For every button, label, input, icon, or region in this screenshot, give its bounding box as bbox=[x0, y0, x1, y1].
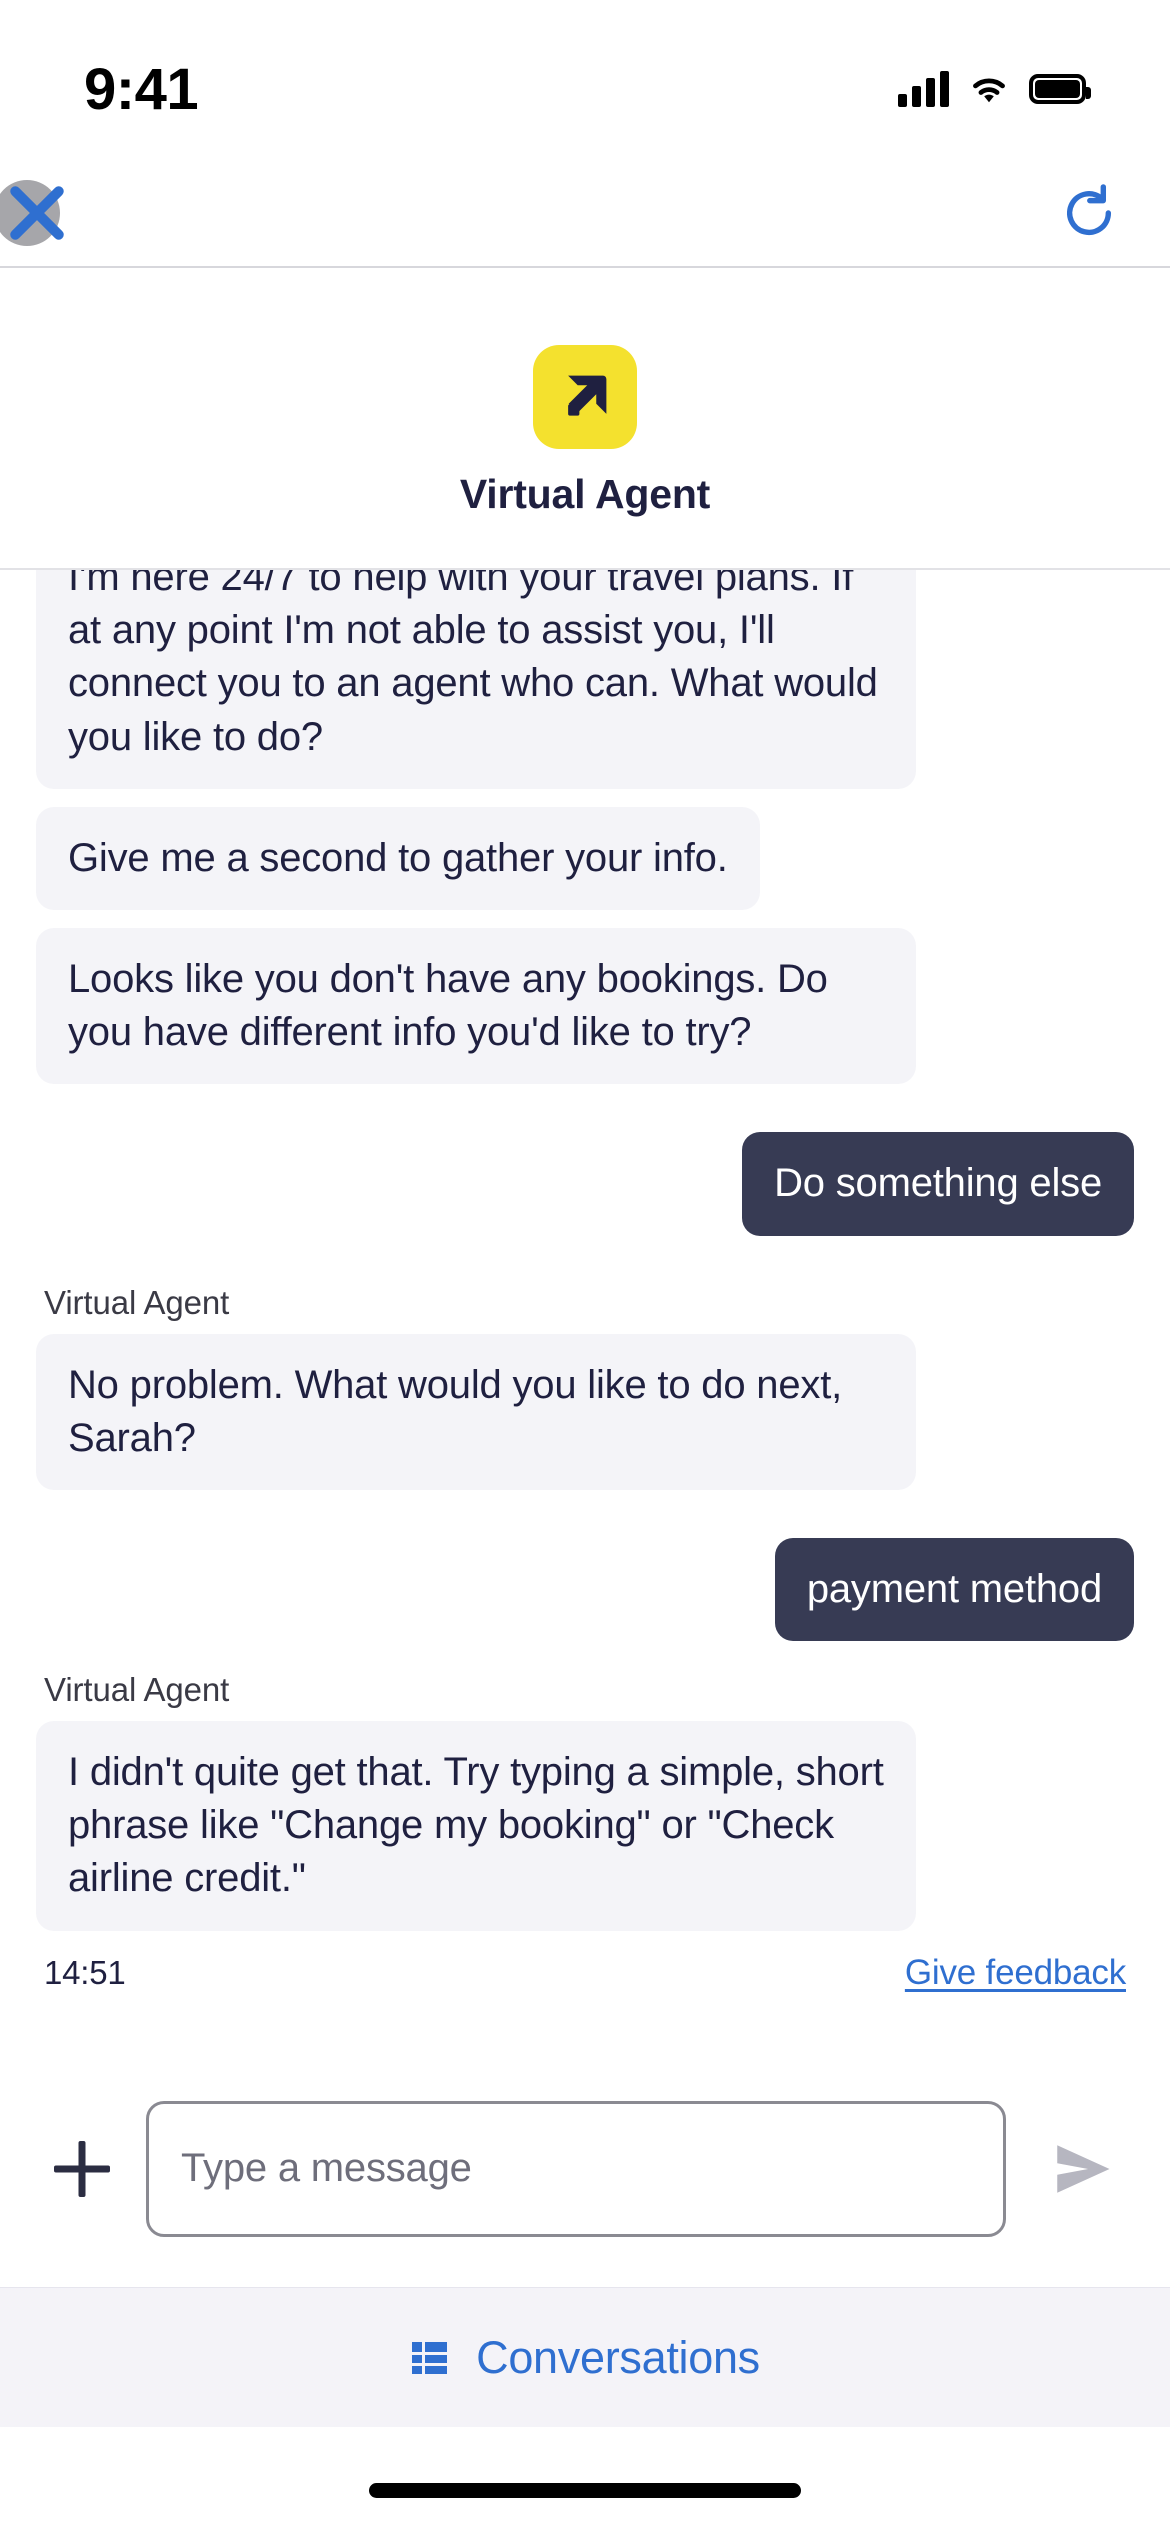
message-composer bbox=[0, 2050, 1170, 2287]
message-row: I'm here 24/7 to help with your travel p… bbox=[36, 570, 1134, 789]
battery-icon bbox=[1029, 74, 1091, 104]
give-feedback-link[interactable]: Give feedback bbox=[905, 1953, 1126, 1993]
brand-block: Virtual Agent bbox=[0, 268, 1170, 518]
message-row: Looks like you don't have any bookings. … bbox=[36, 927, 1134, 1085]
message-timestamp: 14:51 bbox=[44, 1953, 126, 1991]
status-icons bbox=[898, 71, 1091, 107]
list-grid-icon bbox=[412, 2341, 448, 2374]
status-time: 9:41 bbox=[84, 56, 199, 122]
reload-icon[interactable] bbox=[1060, 184, 1118, 242]
bottom-nav-label: Conversations bbox=[476, 2331, 760, 2383]
phone-screen: 9:41 Virtual Agent I'm here 24/7 to help… bbox=[0, 0, 1170, 2532]
agent-message-bubble: Give me a second to gather your info. bbox=[36, 806, 760, 910]
message-row: No problem. What would you like to do ne… bbox=[36, 1333, 1134, 1490]
message-group: Virtual Agent I didn't quite get that. T… bbox=[36, 1671, 1134, 1931]
send-icon bbox=[1057, 2144, 1110, 2193]
agent-message-bubble: Looks like you don't have any bookings. … bbox=[36, 927, 916, 1085]
message-row: Do something else bbox=[36, 1132, 1134, 1236]
chat-message-list[interactable]: I'm here 24/7 to help with your travel p… bbox=[0, 570, 1170, 2050]
agent-message-bubble: No problem. What would you like to do ne… bbox=[36, 1333, 916, 1490]
message-meta-row: 14:51 Give feedback bbox=[36, 1953, 1134, 1993]
agent-message-bubble: I didn't quite get that. Try typing a si… bbox=[36, 1721, 916, 1931]
close-icon bbox=[10, 186, 64, 240]
close-button[interactable] bbox=[0, 168, 98, 258]
message-input[interactable] bbox=[146, 2100, 1006, 2237]
page-title: Virtual Agent bbox=[459, 471, 711, 517]
chat-widget-header: Virtual Agent bbox=[0, 268, 1170, 649]
send-button[interactable] bbox=[1036, 2124, 1126, 2214]
browser-chrome-bar bbox=[0, 160, 1170, 268]
agent-message-bubble: I'm here 24/7 to help with your travel p… bbox=[36, 570, 916, 789]
user-message-bubble: payment method bbox=[774, 1537, 1134, 1642]
status-bar: 9:41 bbox=[0, 0, 1170, 160]
sender-label: Virtual Agent bbox=[44, 1283, 230, 1321]
message-row: I didn't quite get that. Try typing a si… bbox=[36, 1721, 1134, 1931]
bottom-nav-conversations[interactable]: Conversations bbox=[0, 2287, 1170, 2427]
plus-icon[interactable] bbox=[44, 2131, 120, 2207]
cellular-signal-icon bbox=[898, 71, 949, 107]
arrow-up-right-logo-icon bbox=[533, 345, 637, 449]
home-indicator bbox=[369, 2483, 801, 2498]
message-row: Give me a second to gather your info. bbox=[36, 806, 1134, 910]
message-row: payment method bbox=[36, 1537, 1134, 1642]
sender-label: Virtual Agent bbox=[44, 1671, 230, 1709]
message-group: Virtual Agent No problem. What would you… bbox=[36, 1284, 1134, 1490]
wifi-icon bbox=[973, 78, 1005, 103]
user-message-bubble: Do something else bbox=[742, 1132, 1134, 1236]
